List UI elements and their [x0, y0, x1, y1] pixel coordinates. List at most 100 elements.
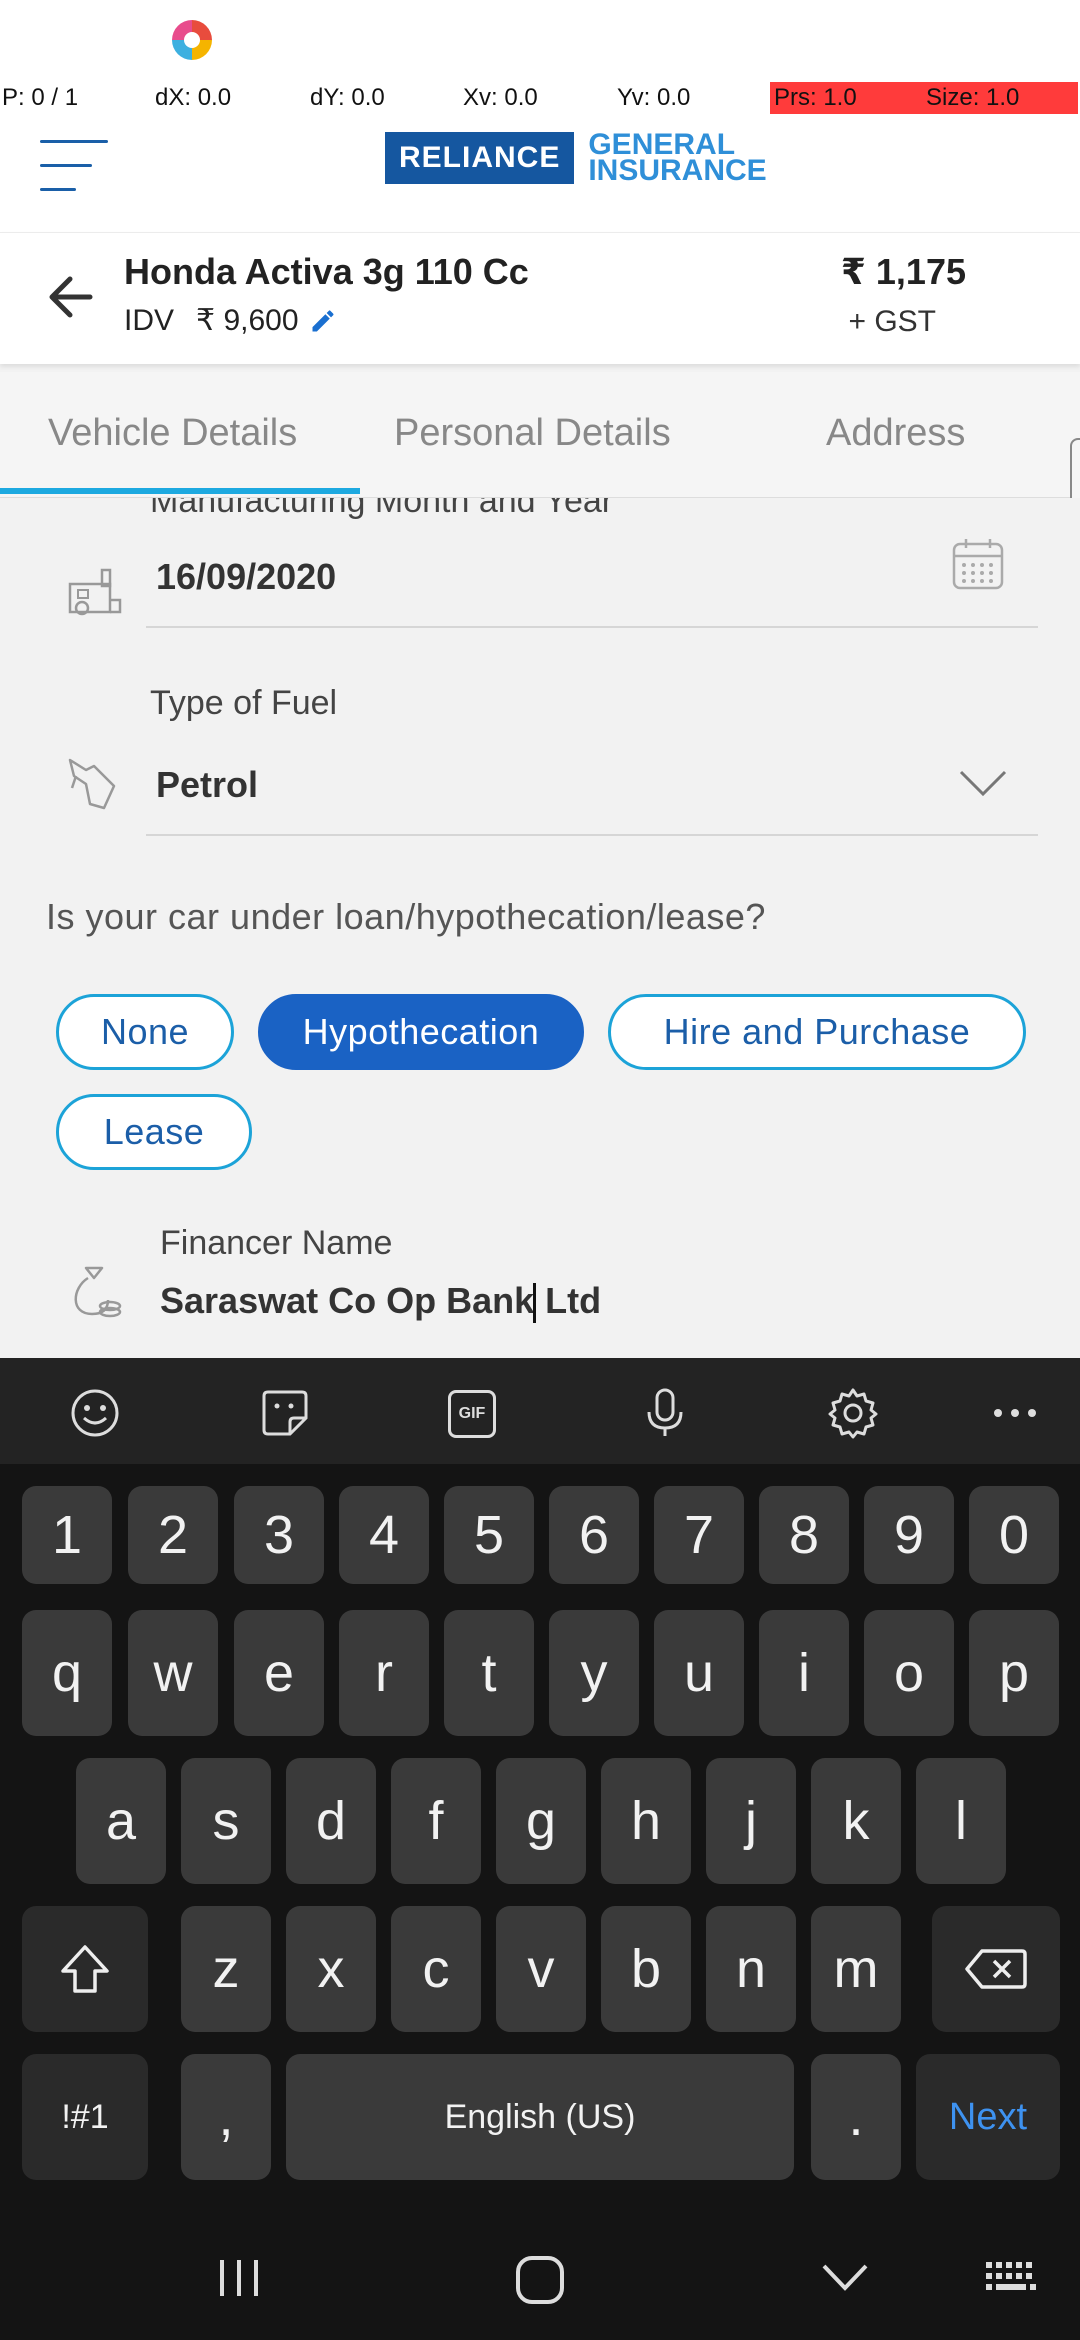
app-notification-icon [172, 20, 212, 60]
fuel-label: Type of Fuel [150, 684, 338, 722]
microphone-icon[interactable] [638, 1386, 692, 1440]
key-z[interactable]: z [181, 1906, 271, 2032]
edit-pencil-icon[interactable] [309, 307, 337, 335]
loan-option-lease[interactable]: Lease [56, 1094, 252, 1170]
idv-row: IDV ₹ 9,600 [124, 303, 337, 338]
key-y[interactable]: y [549, 1610, 639, 1736]
loan-option-hire-and-purchase[interactable]: Hire and Purchase [608, 994, 1026, 1070]
fuel-underline [146, 834, 1038, 836]
more-options-icon[interactable] [988, 1386, 1042, 1440]
key-6[interactable]: 6 [549, 1486, 639, 1584]
active-tab-indicator [0, 488, 360, 494]
key-7[interactable]: 7 [654, 1486, 744, 1584]
symbols-key[interactable]: !#1 [22, 2054, 148, 2180]
key-g[interactable]: g [496, 1758, 586, 1884]
key-a[interactable]: a [76, 1758, 166, 1884]
key-d[interactable]: d [286, 1758, 376, 1884]
vehicle-name: Honda Activa 3g 110 Cc [124, 251, 529, 292]
premium-price: ₹ 1,175 [840, 251, 966, 292]
app-header: RELIANCE GENERAL INSURANCE [0, 116, 1080, 232]
key-x[interactable]: x [286, 1906, 376, 2032]
financer-text-after-cursor: Ltd [535, 1280, 602, 1321]
financer-input[interactable]: Saraswat Co Op Bank Ltd [160, 1280, 602, 1324]
vehicle-details-form: Manufacturing Month and Year 16/09/2020 … [0, 498, 1080, 1358]
idv-label: IDV [124, 303, 175, 337]
key-p[interactable]: p [969, 1610, 1059, 1736]
next-key[interactable]: Next [916, 2054, 1060, 2180]
mfg-date-label: Manufacturing Month and Year [150, 498, 614, 520]
tab-personal-details[interactable]: Personal Details [394, 412, 671, 455]
backspace-key[interactable] [932, 1906, 1060, 2032]
loan-option-hypothecation[interactable]: Hypothecation [258, 994, 584, 1070]
idv-value: ₹ 9,600 [196, 304, 299, 337]
logo-primary: RELIANCE [385, 132, 575, 184]
debug-size: Size: 1.0 [922, 82, 1078, 114]
recent-apps-icon[interactable] [214, 2254, 264, 2302]
key-b[interactable]: b [601, 1906, 691, 2032]
key-q[interactable]: q [22, 1610, 112, 1736]
key-9[interactable]: 9 [864, 1486, 954, 1584]
debug-pointer: P: 0 / 1 [2, 84, 79, 111]
key-w[interactable]: w [128, 1610, 218, 1736]
back-arrow-icon[interactable] [44, 267, 104, 327]
fuel-nozzle-icon [68, 758, 116, 810]
keyboard-toolbar: GIF [0, 1358, 1080, 1464]
sticker-icon[interactable] [258, 1386, 312, 1440]
key-k[interactable]: k [811, 1758, 901, 1884]
hamburger-menu-icon[interactable] [40, 128, 110, 191]
factory-icon [68, 568, 122, 616]
shift-key[interactable] [22, 1906, 148, 2032]
soft-keyboard: GIF 1 2 3 4 5 6 7 8 9 0 q w e r t y u i … [0, 1358, 1080, 2220]
details-tabs: Vehicle Details Personal Details Address [0, 372, 1080, 498]
emoji-icon[interactable] [68, 1386, 122, 1440]
comma-key[interactable]: , [181, 2054, 271, 2180]
key-u[interactable]: u [654, 1610, 744, 1736]
key-j[interactable]: j [706, 1758, 796, 1884]
key-8[interactable]: 8 [759, 1486, 849, 1584]
key-t[interactable]: t [444, 1610, 534, 1736]
chevron-down-icon[interactable] [958, 768, 1008, 798]
period-key[interactable]: . [811, 2054, 901, 2180]
money-bag-icon [74, 1266, 122, 1318]
key-m[interactable]: m [811, 1906, 901, 2032]
mfg-date-value[interactable]: 16/09/2020 [156, 556, 336, 598]
loan-option-none[interactable]: None [56, 994, 234, 1070]
hide-keyboard-chevron-icon[interactable] [820, 2260, 870, 2294]
calendar-icon[interactable] [950, 536, 1006, 592]
key-3[interactable]: 3 [234, 1486, 324, 1584]
key-v[interactable]: v [496, 1906, 586, 2032]
key-0[interactable]: 0 [969, 1486, 1059, 1584]
key-i[interactable]: i [759, 1610, 849, 1736]
reliance-logo: RELIANCE GENERAL INSURANCE [385, 128, 767, 188]
key-f[interactable]: f [391, 1758, 481, 1884]
fuel-value[interactable]: Petrol [156, 764, 258, 806]
settings-gear-icon[interactable] [826, 1386, 880, 1440]
home-icon[interactable] [514, 2254, 566, 2306]
key-c[interactable]: c [391, 1906, 481, 2032]
key-s[interactable]: s [181, 1758, 271, 1884]
gif-icon[interactable]: GIF [448, 1390, 496, 1438]
vehicle-summary: Honda Activa 3g 110 Cc IDV ₹ 9,600 ₹ 1,1… [0, 232, 1080, 364]
backspace-icon [965, 1949, 1027, 1989]
space-key[interactable]: English (US) [286, 2054, 794, 2180]
tab-vehicle-details[interactable]: Vehicle Details [48, 412, 297, 455]
key-2[interactable]: 2 [128, 1486, 218, 1584]
shift-arrow-icon [61, 1945, 109, 1993]
debug-yv: Yv: 0.0 [617, 84, 691, 111]
tab-address[interactable]: Address [826, 412, 965, 455]
key-5[interactable]: 5 [444, 1486, 534, 1584]
debug-pressure: Prs: 1.0 [770, 82, 922, 114]
system-navigation-bar [0, 2220, 1080, 2340]
key-r[interactable]: r [339, 1610, 429, 1736]
key-e[interactable]: e [234, 1610, 324, 1736]
key-h[interactable]: h [601, 1758, 691, 1884]
key-o[interactable]: o [864, 1610, 954, 1736]
key-n[interactable]: n [706, 1906, 796, 2032]
key-l[interactable]: l [916, 1758, 1006, 1884]
gst-suffix: + GST [848, 305, 936, 338]
keyboard-switch-icon[interactable] [984, 2260, 1040, 2296]
key-1[interactable]: 1 [22, 1486, 112, 1584]
debug-dy: dY: 0.0 [310, 84, 385, 111]
key-4[interactable]: 4 [339, 1486, 429, 1584]
status-bar [0, 0, 1080, 80]
